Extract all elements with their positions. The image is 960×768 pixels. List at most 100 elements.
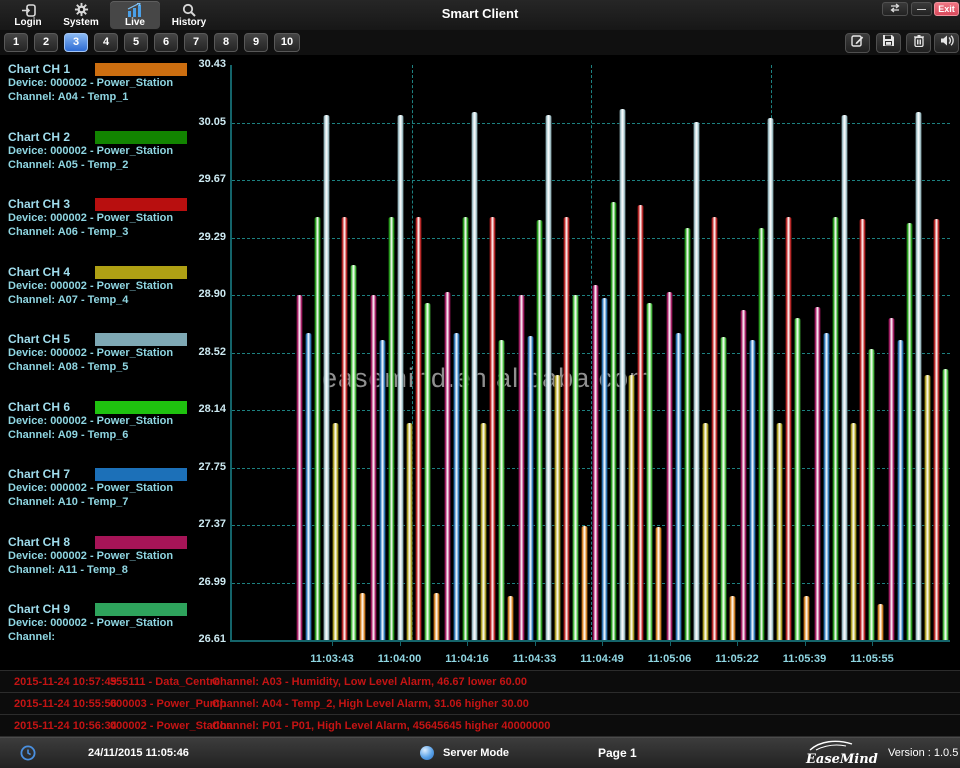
bar-blue bbox=[527, 336, 534, 640]
channel-legend-7[interactable]: Chart CH 7Device: 000002 - Power_Station… bbox=[8, 467, 228, 509]
channel-device: Device: 000002 - Power_Station bbox=[8, 549, 228, 563]
bar-green bbox=[462, 217, 469, 640]
bar-green bbox=[314, 217, 321, 640]
bar-red bbox=[415, 217, 422, 640]
channel-title: Chart CH 2 bbox=[8, 130, 70, 144]
page-tab-10[interactable]: 10 bbox=[274, 33, 300, 52]
trash-icon bbox=[913, 34, 925, 52]
alarm-row-3[interactable]: 2015-11-24 10:56:34000002 - Power_Statio… bbox=[0, 715, 960, 737]
page-tab-2[interactable]: 2 bbox=[34, 33, 58, 52]
page-tab-9[interactable]: 9 bbox=[244, 33, 268, 52]
alarm-time: 2015-11-24 10:55:56 bbox=[14, 698, 117, 710]
bar-palegreen bbox=[498, 340, 505, 640]
channel-color-swatch bbox=[95, 333, 187, 346]
bar-lightsteel bbox=[323, 115, 330, 640]
bar-blue bbox=[601, 298, 608, 640]
page-tabs: 123456789 10 bbox=[0, 30, 960, 55]
page-tab-4[interactable]: 4 bbox=[94, 33, 118, 52]
x-tick-mark bbox=[535, 642, 536, 646]
alarm-message: Channel: A04 - Temp_2, High Level Alarm,… bbox=[212, 698, 529, 710]
page-tab-6[interactable]: 6 bbox=[154, 33, 178, 52]
page-tab-5[interactable]: 5 bbox=[124, 33, 148, 52]
channel-channel: Channel: A08 - Temp_5 bbox=[8, 360, 228, 374]
edit-button[interactable] bbox=[845, 33, 870, 53]
bar-green bbox=[684, 228, 691, 640]
page-tab-7[interactable]: 7 bbox=[184, 33, 208, 52]
login-button[interactable]: Login bbox=[6, 1, 50, 29]
y-tick-label: 26.99 bbox=[158, 576, 226, 588]
gear-icon bbox=[74, 2, 89, 17]
bar-orange bbox=[507, 596, 514, 640]
bar-palegreen bbox=[572, 295, 579, 640]
bar-palegreen bbox=[720, 337, 727, 640]
live-label: Live bbox=[125, 17, 145, 28]
bar-orange bbox=[655, 527, 662, 640]
channel-title: Chart CH 8 bbox=[8, 535, 70, 549]
bar-green bbox=[388, 217, 395, 640]
y-tick-label: 29.29 bbox=[158, 231, 226, 243]
y-tick-label: 28.14 bbox=[158, 403, 226, 415]
bar-palegreen bbox=[868, 349, 875, 640]
switch-view-button[interactable] bbox=[882, 2, 908, 16]
minimize-button[interactable]: — bbox=[911, 2, 932, 16]
bar-green bbox=[536, 220, 543, 640]
save-button[interactable] bbox=[876, 33, 901, 53]
x-tick-label: 11:05:55 bbox=[832, 653, 912, 665]
page-tab-1[interactable]: 1 bbox=[4, 33, 28, 52]
bar-red bbox=[859, 219, 866, 640]
sound-button[interactable] bbox=[934, 33, 959, 53]
y-tick-label: 29.67 bbox=[158, 173, 226, 185]
channel-color-swatch bbox=[95, 198, 187, 211]
channel-color-swatch bbox=[95, 603, 187, 616]
bar-olive bbox=[776, 423, 783, 640]
system-button[interactable]: System bbox=[58, 1, 104, 29]
bar-blue bbox=[453, 333, 460, 640]
bar-lightsteel bbox=[915, 112, 922, 640]
channel-color-swatch bbox=[95, 131, 187, 144]
channel-legend-8[interactable]: Chart CH 8Device: 000002 - Power_Station… bbox=[8, 535, 228, 577]
alarm-row-2[interactable]: 2015-11-24 10:55:56000003 - Power_PumpCh… bbox=[0, 693, 960, 715]
speaker-icon bbox=[940, 34, 954, 52]
bar-orange bbox=[433, 593, 440, 640]
bar-blue bbox=[823, 333, 830, 640]
x-tick-mark bbox=[332, 642, 333, 646]
y-tick-label: 30.43 bbox=[158, 58, 226, 70]
bar-lightsteel bbox=[693, 122, 700, 640]
channel-color-swatch bbox=[95, 266, 187, 279]
channel-device: Device: 000002 - Power_Station bbox=[8, 211, 228, 225]
alarm-list: 2015-11-24 10:57:49555111 - Data_CentreC… bbox=[0, 670, 960, 737]
title-bar: Login System Live History Smart Client bbox=[0, 0, 960, 30]
bar-lightsteel bbox=[841, 115, 848, 640]
chart-panel: easemind.en.alibaba.com Chart CH 1Device… bbox=[0, 55, 960, 670]
channel-legend-2[interactable]: Chart CH 2Device: 000002 - Power_Station… bbox=[8, 130, 228, 172]
x-tick-mark bbox=[737, 642, 738, 646]
bar-palegreen bbox=[350, 265, 357, 640]
bar-red bbox=[933, 219, 940, 640]
bar-red bbox=[637, 205, 644, 640]
bar-chart-plot: easemind.en.alibaba.com bbox=[232, 65, 950, 640]
bar-orange bbox=[581, 526, 588, 640]
bar-blue bbox=[897, 340, 904, 640]
bar-crimson bbox=[888, 318, 895, 640]
bar-olive bbox=[480, 423, 487, 640]
bar-red bbox=[341, 217, 348, 640]
login-label: Login bbox=[14, 17, 41, 28]
live-button[interactable]: Live bbox=[110, 1, 160, 29]
history-button[interactable]: History bbox=[164, 1, 214, 29]
y-tick-label: 26.61 bbox=[158, 633, 226, 645]
delete-button[interactable] bbox=[906, 33, 931, 53]
alarm-row-1[interactable]: 2015-11-24 10:57:49555111 - Data_CentreC… bbox=[0, 671, 960, 693]
bar-blue bbox=[305, 333, 312, 640]
magnifier-icon bbox=[182, 3, 196, 17]
channel-legend-4[interactable]: Chart CH 4Device: 000002 - Power_Station… bbox=[8, 265, 228, 307]
page-tab-3[interactable]: 3 bbox=[64, 33, 88, 52]
bar-orange bbox=[729, 596, 736, 640]
page-tab-8[interactable]: 8 bbox=[214, 33, 238, 52]
channel-title: Chart CH 7 bbox=[8, 467, 70, 481]
bar-red bbox=[563, 217, 570, 640]
exit-button[interactable]: Exit bbox=[934, 2, 959, 16]
version-label: Version : 1.0.5 bbox=[888, 747, 958, 759]
x-tick-mark bbox=[872, 642, 873, 646]
channel-device: Device: 000002 - Power_Station bbox=[8, 76, 228, 90]
bar-crimson bbox=[518, 295, 525, 640]
